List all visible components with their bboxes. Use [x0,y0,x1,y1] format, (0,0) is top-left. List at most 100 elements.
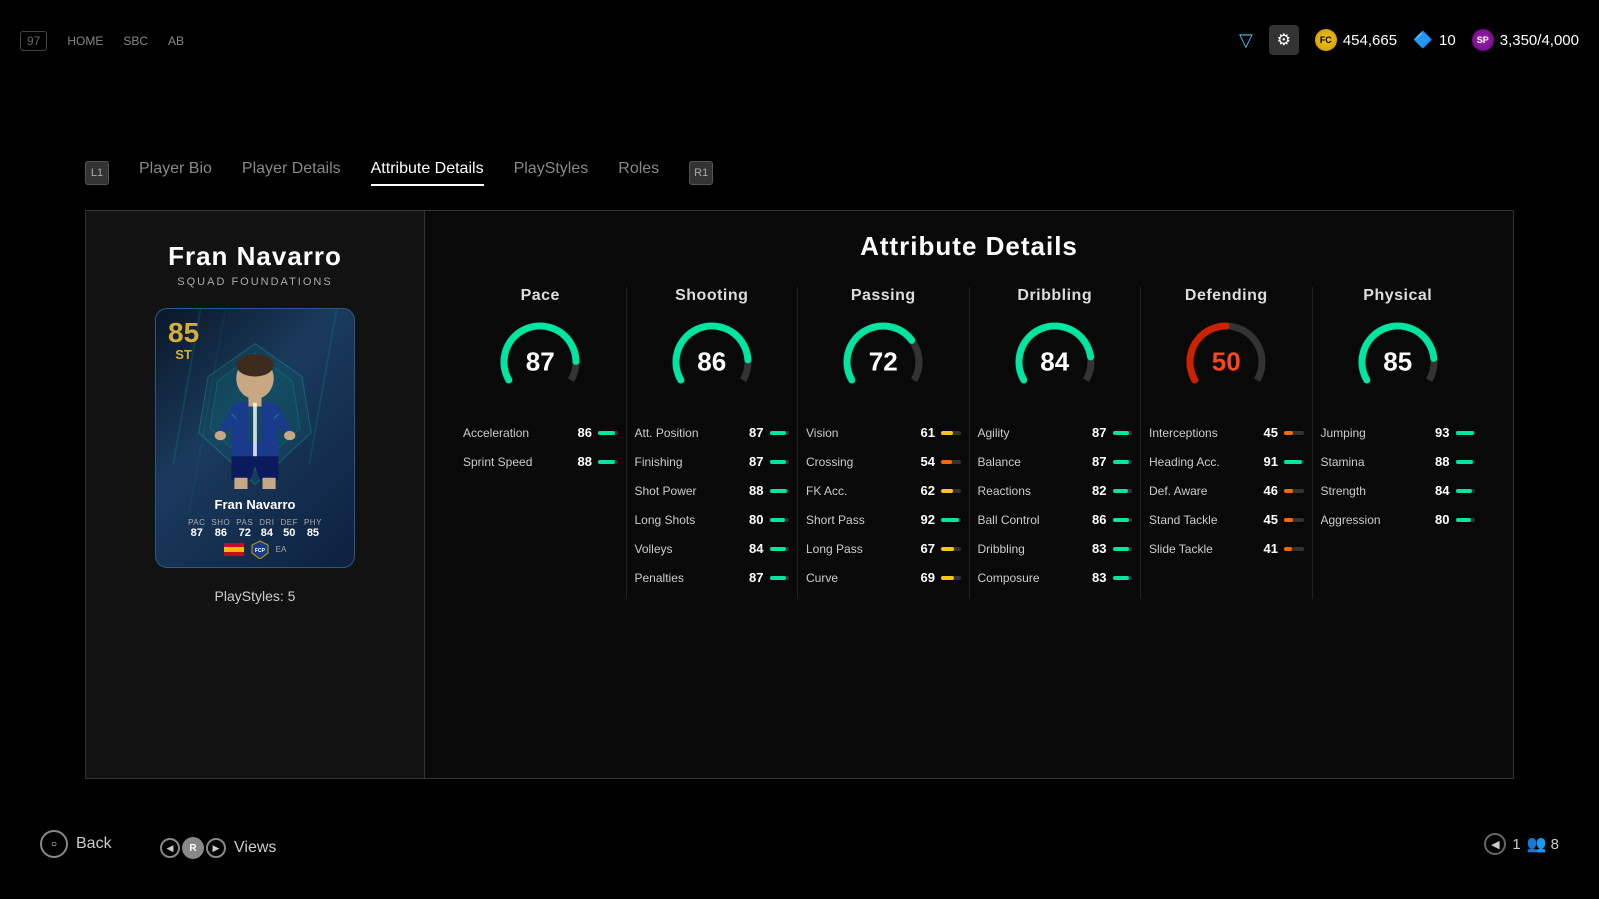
gauge-container-0: 87 [495,317,585,407]
gauge-value-2: 72 [869,347,898,378]
attr-bar-4-1 [1284,460,1302,464]
attr-val-3-5: 83 [1079,570,1107,585]
prev-arrow[interactable]: ◀ [1484,833,1506,855]
attr-val-2-5: 69 [907,570,935,585]
bottom-right: ◀ 1 👥 8 [1484,833,1559,855]
nav-sbc[interactable]: SBC [123,32,148,48]
attr-name-2-0: Vision [806,426,901,440]
attr-bar-wrap-2-3 [941,518,961,522]
attr-bar-wrap-0-0 [598,431,618,435]
top-bar: 97 HOME SBC AB ▽ ⚙ FC 454,665 🔷 10 SP [0,0,1599,80]
attr-row-4-4: Slide Tackle41 [1149,541,1304,556]
attr-bar-4-4 [1284,547,1292,551]
nav-home2[interactable]: HOME [67,32,103,48]
attr-col-header-3: Dribbling [978,287,1133,305]
attr-bar-5-2 [1456,489,1472,493]
attr-bar-5-0 [1456,431,1474,435]
attr-row-2-2: FK Acc.62 [806,483,961,498]
spain-flag [224,543,244,556]
tab-attribute-details[interactable]: Attribute Details [371,160,484,186]
tab-playstyles[interactable]: PlayStyles [514,160,589,186]
attr-bar-0-0 [598,431,615,435]
attr-bar-1-2 [770,489,787,493]
attr-bar-2-0 [941,431,953,435]
gauge-value-5: 85 [1383,347,1412,378]
nav-ab[interactable]: AB [168,32,184,48]
attr-val-2-0: 61 [907,425,935,440]
attr-row-2-5: Curve69 [806,570,961,585]
attr-bar-5-1 [1456,460,1473,464]
views-button[interactable]: ◀ R ▶ Views [160,837,276,859]
coins-display: FC 454,665 [1315,29,1397,51]
attr-bar-3-0 [1113,431,1130,435]
attr-row-1-0: Att. Position87 [635,425,790,440]
card-stat-dri: DRI 84 [259,518,274,539]
attr-val-5-2: 84 [1422,483,1450,498]
tab-badge-r1: R1 [689,161,713,185]
attr-row-4-0: Interceptions45 [1149,425,1304,440]
attr-bar-wrap-2-0 [941,431,961,435]
attr-name-5-0: Jumping [1321,426,1416,440]
gauge-wrap-3: 84 [978,317,1133,407]
attr-name-0-0: Acceleration [463,426,558,440]
attr-row-4-2: Def. Aware 46 [1149,483,1304,498]
attr-row-5-2: Strength84 [1321,483,1476,498]
attr-name-3-3: Ball Control [978,513,1073,527]
attr-bar-wrap-5-2 [1456,489,1476,493]
attr-val-0-0: 86 [564,425,592,440]
gauge-value-1: 86 [697,347,726,378]
attr-row-5-1: Stamina88 [1321,454,1476,469]
attr-val-3-1: 87 [1079,454,1107,469]
nav-home[interactable]: 97 [20,32,47,48]
attr-name-1-0: Att. Position [635,426,730,440]
attr-val-2-3: 92 [907,512,935,527]
attr-name-4-0: Interceptions [1149,426,1244,440]
attr-bar-3-1 [1113,460,1130,464]
attr-bar-wrap-3-0 [1113,431,1133,435]
attr-name-4-3: Stand Tackle [1149,513,1244,527]
tab-roles[interactable]: Roles [618,160,659,186]
attr-row-1-4: Volleys84 [635,541,790,556]
attr-name-3-5: Composure [978,571,1073,585]
tab-player-bio[interactable]: Player Bio [139,160,212,186]
player-svg [185,339,325,489]
attr-name-1-4: Volleys [635,542,730,556]
attr-columns: Pace 87Acceleration86Sprint Speed88Shoot… [455,287,1483,599]
attr-bar-2-3 [941,518,959,522]
tab-badge-l1: L1 [85,161,109,185]
attr-bar-2-5 [941,576,954,580]
attr-row-2-4: Long Pass67 [806,541,961,556]
attr-name-3-4: Dribbling [978,542,1073,556]
page-number: 1 [1512,836,1520,853]
coin-icon: FC [1315,29,1337,51]
attr-val-4-2: 46 [1250,483,1278,498]
attr-col-passing: Passing 72Vision61Crossing54FK Acc.62Sho… [798,287,970,599]
attr-val-2-4: 67 [907,541,935,556]
attr-row-1-3: Long Shots80 [635,512,790,527]
attr-col-header-0: Pace [463,287,618,305]
gauge-value-0: 87 [526,347,555,378]
attr-row-3-0: Agility87 [978,425,1133,440]
gauge-container-3: 84 [1010,317,1100,407]
card-stat-def: DEF 50 [280,518,298,539]
attr-name-4-2: Def. Aware [1149,484,1244,498]
attr-bar-5-3 [1456,518,1472,522]
attr-bar-1-3 [770,518,786,522]
attr-row-5-3: Aggression80 [1321,512,1476,527]
gauge-container-5: 85 [1353,317,1443,407]
attr-bar-wrap-3-4 [1113,547,1133,551]
attr-bar-wrap-1-4 [770,547,790,551]
attr-bar-4-2 [1284,489,1293,493]
attr-name-3-1: Balance [978,455,1073,469]
attr-row-0-1: Sprint Speed88 [463,454,618,469]
attr-col-shooting: Shooting 86Att. Position87Finishing87Sho… [627,287,799,599]
attr-row-2-3: Short Pass92 [806,512,961,527]
back-button[interactable]: ○ Back [40,830,112,858]
card-player-image [175,339,335,489]
tab-player-details[interactable]: Player Details [242,160,341,186]
shield-display: 🔷 10 [1413,30,1456,50]
gear-icon[interactable]: ⚙ [1269,25,1299,55]
page-indicator: ◀ 1 👥 8 [1484,833,1559,855]
attr-bar-wrap-5-3 [1456,518,1476,522]
attr-col-header-5: Physical [1321,287,1476,305]
